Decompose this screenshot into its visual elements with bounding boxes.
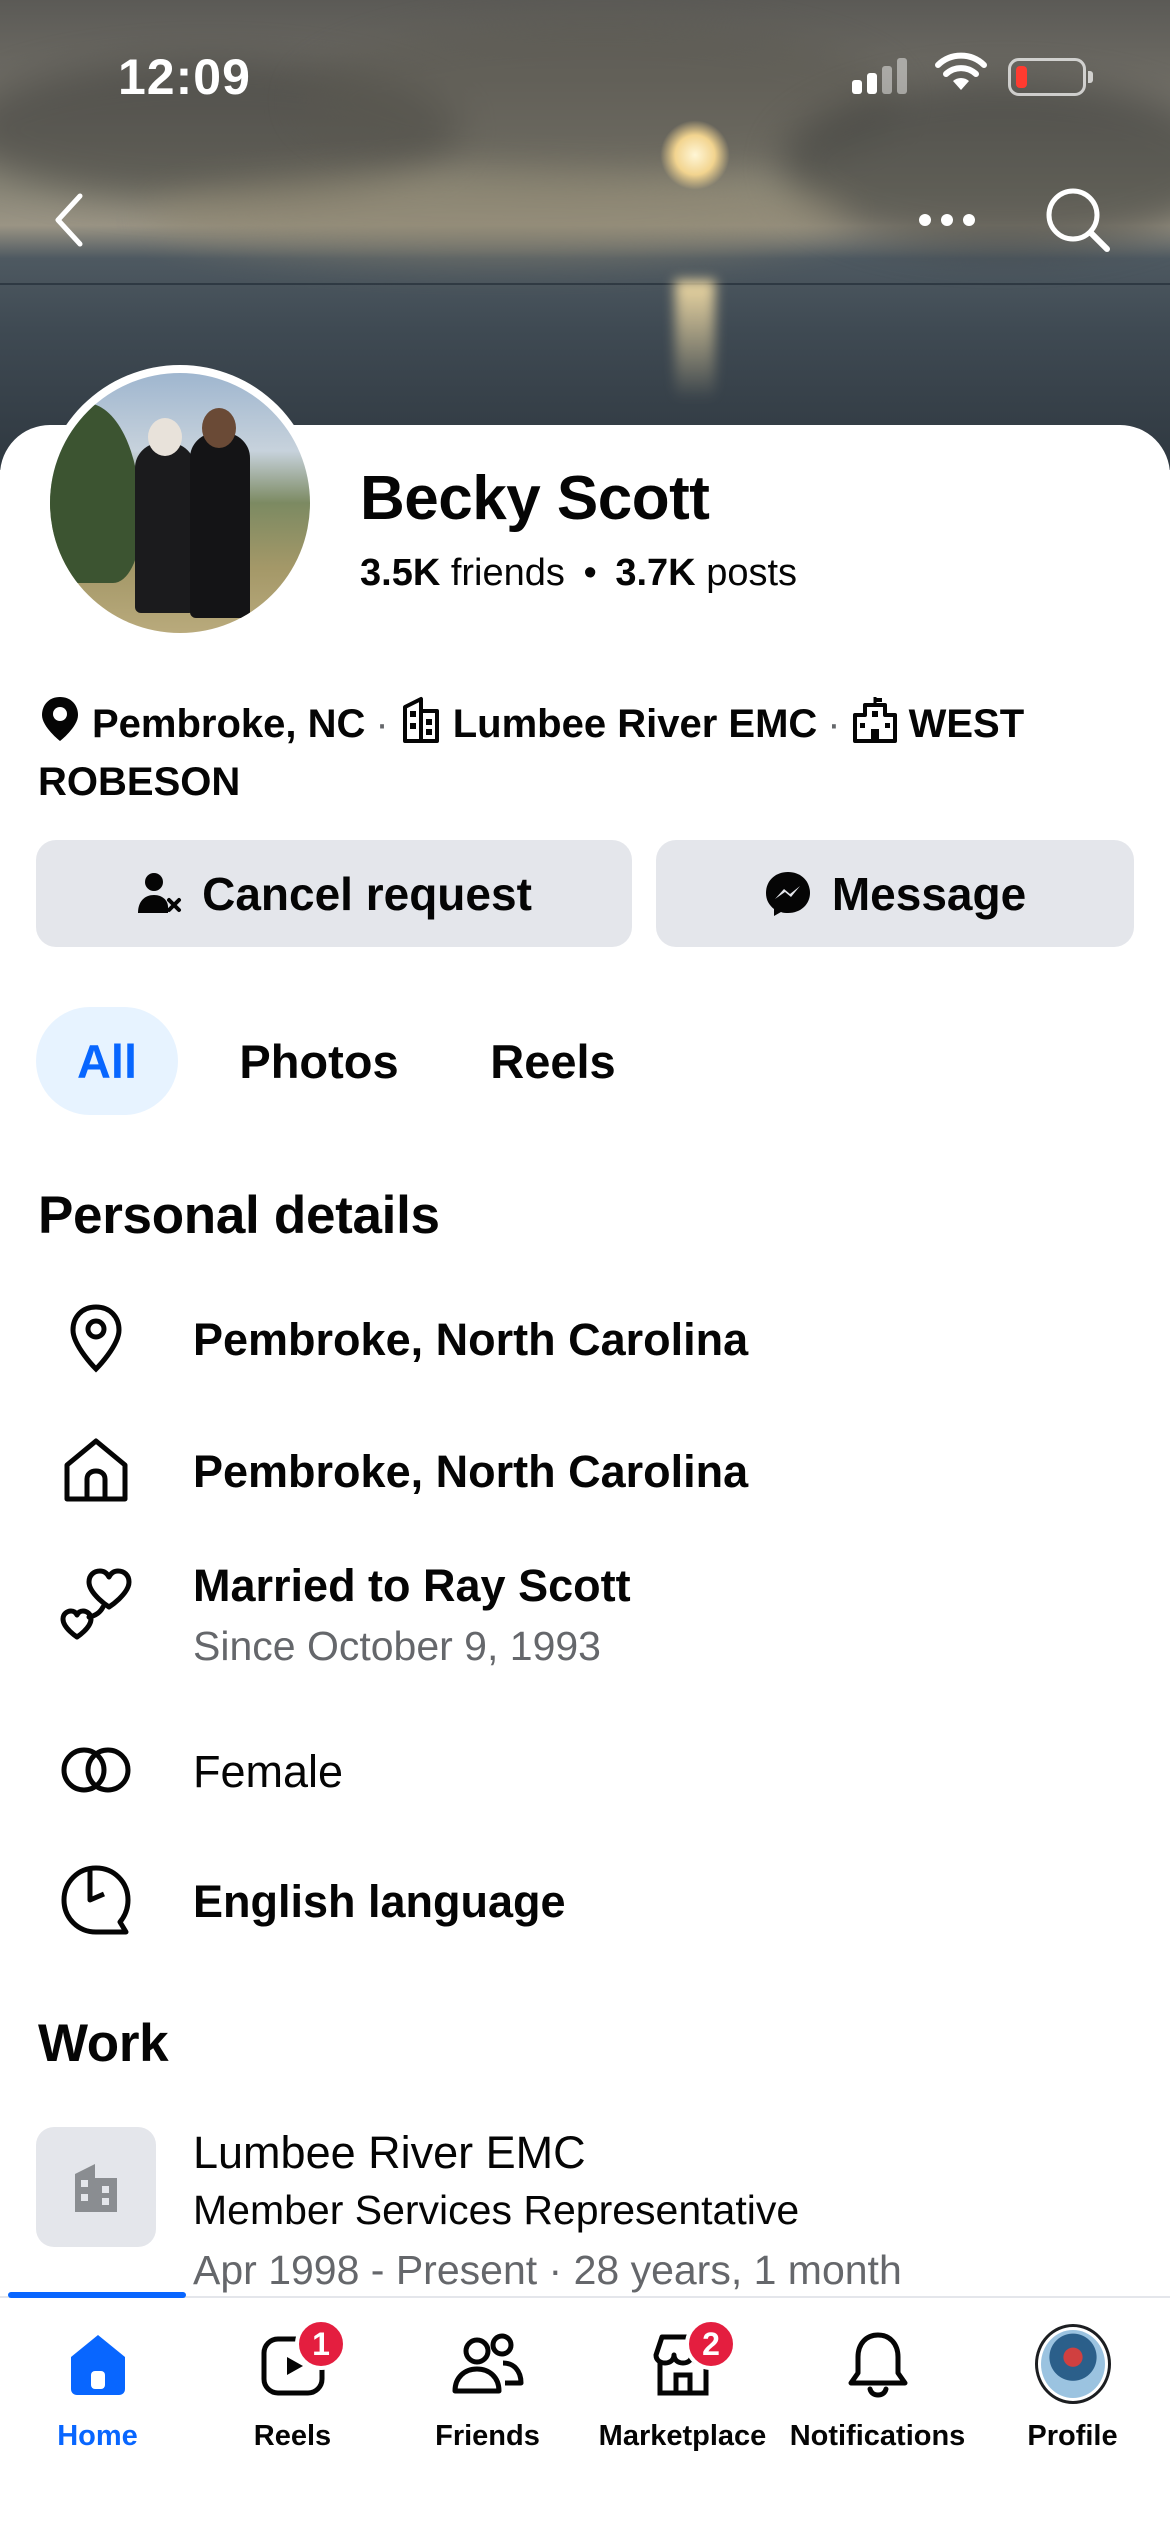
wifi-icon: [935, 52, 987, 97]
profile-thumbnail: [1034, 2324, 1111, 2404]
detail-current-city[interactable]: Pembroke, North Carolina: [0, 1300, 1170, 1390]
bell-icon: [840, 2326, 916, 2402]
hearts-icon: [58, 1566, 134, 1642]
work-employer: Lumbee River EMC: [193, 2127, 586, 2178]
work-position: Member Services Representative: [193, 2187, 800, 2233]
home-outline-icon: [58, 1432, 134, 1508]
profile-stats: 3.5K friends • 3.7K posts: [360, 552, 798, 594]
detail-work[interactable]: Lumbee River EMC Member Services Represe…: [0, 2127, 1170, 2297]
search-icon: [1046, 188, 1110, 252]
friends-icon: [450, 2326, 526, 2402]
more-options-button[interactable]: [907, 180, 987, 260]
language-text: English language: [193, 1876, 566, 1927]
messenger-icon: [765, 871, 810, 916]
message-label: Message: [831, 867, 1027, 920]
more-dots-icon: [919, 214, 975, 226]
current-city-text: Pembroke, North Carolina: [193, 1314, 749, 1365]
intro-workplace: Lumbee River EMC: [452, 702, 818, 746]
work-title: Work: [38, 2014, 169, 2073]
bottom-tab-bar: Home 1 Reels Friends 2 Marketplace Notif…: [0, 2292, 1170, 2532]
nav-friends[interactable]: Friends: [390, 2298, 585, 2478]
nav-reels[interactable]: 1 Reels: [195, 2298, 390, 2478]
nav-profile-label: Profile: [1027, 2420, 1118, 2452]
nav-marketplace[interactable]: 2 Marketplace: [585, 2298, 780, 2478]
reels-badge: 1: [295, 2318, 347, 2370]
work-duration: Apr 1998 - Present · 28 years, 1 month: [193, 2247, 902, 2293]
school-icon: [851, 695, 899, 756]
home-icon: [60, 2326, 136, 2402]
building-icon: [399, 695, 443, 756]
marketplace-badge: 2: [685, 2318, 737, 2370]
relationship-text: Married to Ray Scott: [193, 1560, 631, 1611]
nav-reels-label: Reels: [253, 2420, 332, 2452]
detail-language[interactable]: English language: [0, 1862, 1170, 1952]
detail-hometown[interactable]: Pembroke, North Carolina: [0, 1432, 1170, 1522]
gender-icon: [58, 1732, 134, 1808]
search-button[interactable]: [1038, 180, 1118, 260]
relationship-since-text: Since October 9, 1993: [193, 1623, 601, 1669]
cancel-friend-request-icon: [138, 872, 182, 913]
location-pin-icon: [38, 695, 82, 756]
cancel-request-button[interactable]: Cancel request: [36, 840, 632, 947]
battery-icon: [1008, 58, 1093, 96]
detail-gender[interactable]: Female: [0, 1732, 1170, 1822]
posts-label: posts: [706, 552, 798, 594]
status-time: 12:09: [118, 49, 251, 105]
cancel-request-label: Cancel request: [202, 867, 532, 920]
nav-home-label: Home: [57, 2420, 138, 2452]
intro-summary: Pembroke, NC · Lumbee River EMC · WEST ROB…: [38, 695, 1138, 808]
tab-all[interactable]: All: [36, 1007, 178, 1115]
status-bar: 12:09: [0, 0, 1170, 150]
gender-text: Female: [193, 1746, 344, 1797]
intro-location: Pembroke, NC: [92, 702, 366, 746]
friends-count: 3.5K: [360, 552, 441, 594]
tab-photos[interactable]: Photos: [219, 1007, 419, 1115]
message-button[interactable]: Message: [656, 840, 1134, 947]
posts-count: 3.7K: [615, 552, 696, 594]
personal-details-title: Personal details: [38, 1186, 440, 1245]
chevron-left-icon: [55, 193, 83, 247]
language-icon: [58, 1862, 134, 1938]
cellular-signal-icon: [852, 58, 912, 94]
nav-profile[interactable]: Profile: [975, 2298, 1170, 2478]
profile-avatar[interactable]: [42, 365, 318, 641]
nav-friends-label: Friends: [435, 2420, 540, 2452]
nav-marketplace-label: Marketplace: [598, 2420, 767, 2452]
nav-home[interactable]: Home: [0, 2298, 195, 2478]
friends-label[interactable]: friends: [451, 552, 565, 594]
nav-notifications[interactable]: Notifications: [780, 2298, 975, 2478]
tab-reels[interactable]: Reels: [473, 1007, 633, 1115]
location-outline-icon: [58, 1300, 134, 1376]
hometown-text: Pembroke, North Carolina: [193, 1446, 749, 1497]
detail-relationship[interactable]: Married to Ray Scott Since October 9, 19…: [0, 1560, 1170, 1680]
back-button[interactable]: [30, 180, 110, 260]
nav-notifications-label: Notifications: [789, 2420, 966, 2452]
profile-name: Becky Scott: [360, 464, 710, 533]
